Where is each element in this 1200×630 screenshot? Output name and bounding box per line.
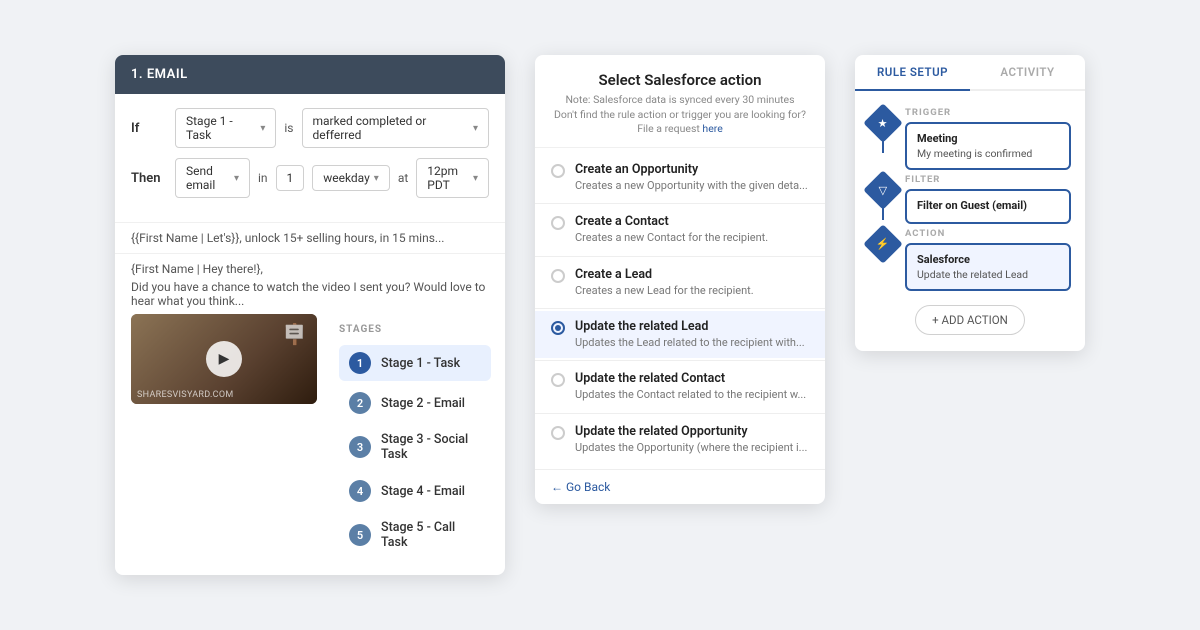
action-diamond: ⚡ (863, 224, 903, 264)
stages-list: STAGES 1 Stage 1 - Task 2 Stage 2 - Emai… (325, 314, 505, 571)
stage-item[interactable]: 3 Stage 3 - Social Task (339, 425, 491, 469)
email-body: {First Name | Hey there!}, Did you have … (115, 254, 505, 314)
panel-header: 1. EMAIL (115, 55, 505, 94)
sf-note: Note: Salesforce data is synced every 30… (551, 93, 809, 137)
filter-diamond: ▽ (863, 170, 903, 210)
sf-option-text: Update the related Contact Updates the C… (575, 371, 806, 402)
stage-item[interactable]: 1 Stage 1 - Task (339, 345, 491, 381)
action-label: ACTION (905, 228, 1071, 239)
sf-option-update-lead[interactable]: Update the related Lead Updates the Lead… (535, 311, 825, 358)
video-play-button[interactable]: ▶ (206, 341, 242, 377)
sf-option-update-opportunity[interactable]: Update the related Opportunity Updates t… (535, 416, 825, 463)
sf-option-create-opportunity[interactable]: Create an Opportunity Creates a new Oppo… (535, 154, 825, 201)
then-row: Then Send email ▾ in 1 weekday ▾ at 12pm… (131, 158, 489, 198)
if-row: If Stage 1 - Task ▾ is marked completed … (131, 108, 489, 148)
stage-name: Stage 5 - Call Task (381, 520, 481, 550)
sf-radio[interactable] (551, 269, 565, 283)
sf-option-create-contact[interactable]: Create a Contact Creates a new Contact f… (535, 206, 825, 253)
rule-setup-panel: RULE SETUP ACTIVITY ★ TRIGGER Meeting (855, 55, 1085, 351)
filter-icon: ▽ (879, 184, 887, 197)
stage-number: 2 (349, 392, 371, 414)
stage-item[interactable]: 5 Stage 5 - Call Task (339, 513, 491, 557)
then-label: Then (131, 171, 167, 186)
add-action-button[interactable]: + ADD ACTION (915, 305, 1025, 335)
sf-header: Select Salesforce action Note: Salesforc… (535, 55, 825, 148)
chevron-icon: ▾ (473, 173, 478, 184)
rule-flow-body: ★ TRIGGER Meeting My meeting is confirme… (855, 91, 1085, 351)
sf-here-link[interactable]: here (702, 122, 722, 135)
trigger-section: ★ TRIGGER Meeting My meeting is confirme… (869, 107, 1071, 170)
action-node[interactable]: Salesforce Update the related Lead (905, 243, 1071, 291)
sf-radio-checked[interactable] (551, 321, 565, 335)
stage-name: Stage 3 - Social Task (381, 432, 481, 462)
rule-tabs: RULE SETUP ACTIVITY (855, 55, 1085, 91)
in-label: in (258, 171, 268, 185)
time-select[interactable]: 12pm PDT ▾ (416, 158, 489, 198)
send-email-select[interactable]: Send email ▾ (175, 158, 250, 198)
delay-number-input[interactable]: 1 (276, 165, 305, 191)
sf-options-list: Create an Opportunity Creates a new Oppo… (535, 148, 825, 469)
trigger-diamond: ★ (863, 103, 903, 143)
stage-item[interactable]: 2 Stage 2 - Email (339, 385, 491, 421)
if-condition-section: If Stage 1 - Task ▾ is marked completed … (115, 94, 505, 223)
if-label: If (131, 121, 167, 136)
filter-label: FILTER (905, 174, 1071, 185)
email-subject: {{First Name | Let's}}, unlock 15+ selli… (115, 223, 505, 254)
trigger-label: TRIGGER (905, 107, 1071, 118)
condition-value-select[interactable]: marked completed or defferred ▾ (302, 108, 490, 148)
sf-option-text: Create an Opportunity Creates a new Oppo… (575, 162, 808, 193)
stage-name: Stage 1 - Task (381, 356, 460, 371)
stage-item[interactable]: 4 Stage 4 - Email (339, 473, 491, 509)
trigger-subtitle: My meeting is confirmed (917, 147, 1059, 160)
chevron-icon: ▾ (260, 123, 265, 134)
trigger-star-icon: ★ (878, 117, 888, 130)
salesforce-action-panel: Select Salesforce action Note: Salesforc… (535, 55, 825, 504)
sf-option-text: Update the related Opportunity Updates t… (575, 424, 807, 455)
chevron-icon: ▾ (374, 173, 379, 184)
filter-title: Filter on Guest (email) (917, 199, 1059, 212)
sf-option-text: Update the related Lead Updates the Lead… (575, 319, 805, 350)
stage-number: 1 (349, 352, 371, 374)
filter-section: ▽ FILTER Filter on Guest (email) (869, 174, 1071, 224)
sf-option-text: Create a Lead Creates a new Lead for the… (575, 267, 754, 298)
action-lightning-icon: ⚡ (876, 237, 890, 250)
sf-title: Select Salesforce action (551, 71, 809, 89)
at-label: at (398, 171, 408, 185)
stage-name: Stage 2 - Email (381, 396, 465, 411)
video-watermark: SHARESVISYARD.COM (137, 390, 234, 400)
stage-name: Stage 4 - Email (381, 484, 465, 499)
sf-radio[interactable] (551, 216, 565, 230)
action-section: ⚡ ACTION Salesforce Update the related L… (869, 228, 1071, 291)
chevron-icon: ▾ (473, 123, 478, 134)
trigger-title: Meeting (917, 132, 1059, 145)
sf-option-create-lead[interactable]: Create a Lead Creates a new Lead for the… (535, 259, 825, 306)
sf-option-text: Create a Contact Creates a new Contact f… (575, 214, 768, 245)
sf-option-update-contact[interactable]: Update the related Contact Updates the C… (535, 363, 825, 410)
filter-node[interactable]: Filter on Guest (email) (905, 189, 1071, 224)
email-rule-panel: 1. EMAIL If Stage 1 - Task ▾ is marked c… (115, 55, 505, 575)
stage-number: 5 (349, 524, 371, 546)
tab-rule-setup[interactable]: RULE SETUP (855, 55, 970, 91)
sf-radio[interactable] (551, 373, 565, 387)
stage-select[interactable]: Stage 1 - Task ▾ (175, 108, 276, 148)
tab-activity[interactable]: ACTIVITY (970, 55, 1085, 89)
sf-radio[interactable] (551, 426, 565, 440)
action-title: Salesforce (917, 253, 1059, 266)
video-thumbnail[interactable]: 🪧 ▶ SHARESVISYARD.COM (131, 314, 317, 404)
stages-title: STAGES (339, 324, 491, 335)
trigger-node[interactable]: Meeting My meeting is confirmed (905, 122, 1071, 170)
stage-number: 4 (349, 480, 371, 502)
is-label: is (284, 121, 293, 135)
stage-number: 3 (349, 436, 371, 458)
action-subtitle: Update the related Lead (917, 268, 1059, 281)
sf-radio[interactable] (551, 164, 565, 178)
go-back-button[interactable]: ← Go Back (535, 469, 825, 504)
chevron-icon: ▾ (234, 173, 239, 184)
unit-select[interactable]: weekday ▾ (312, 165, 390, 191)
